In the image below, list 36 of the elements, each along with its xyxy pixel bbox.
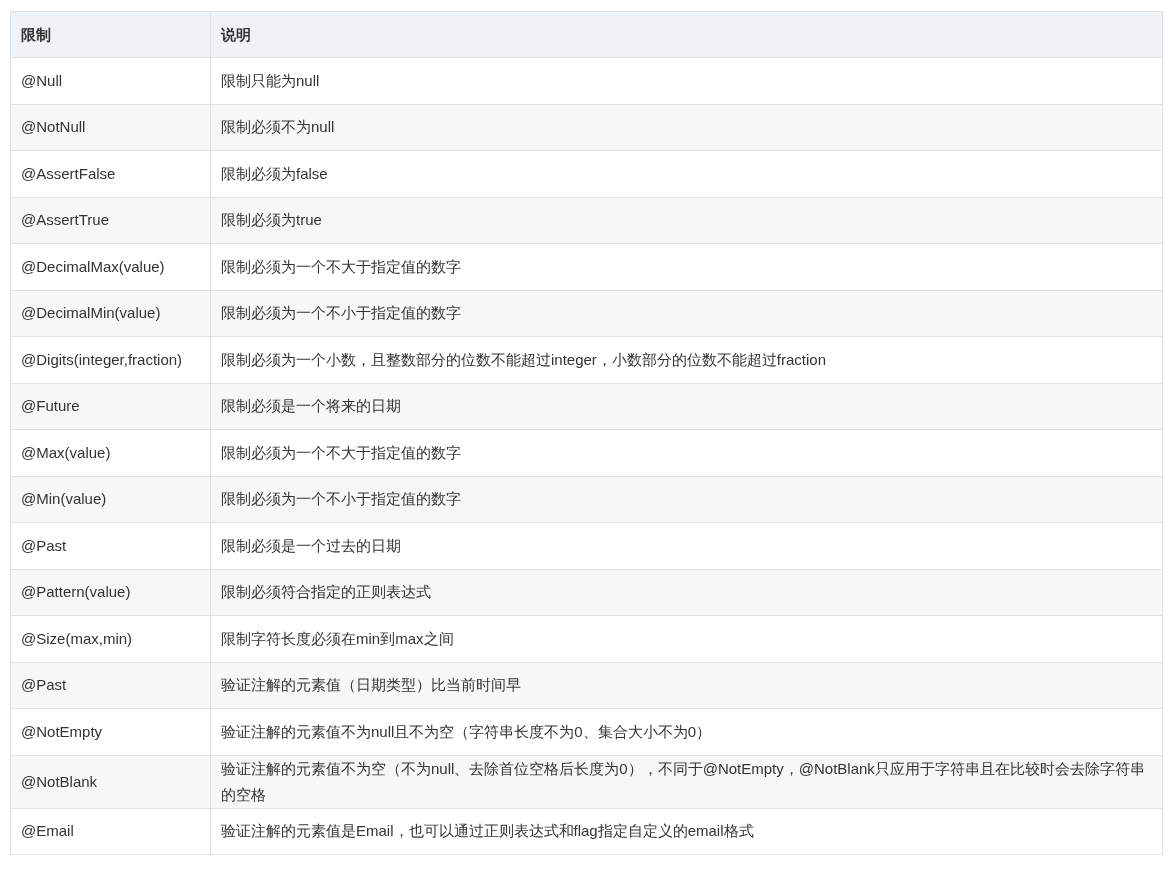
table-cell: @NotEmpty	[10, 708, 211, 755]
table-cell: 限制必须是一个将来的日期	[210, 383, 1163, 430]
table-cell: 限制必须为一个不小于指定值的数字	[210, 476, 1163, 523]
table-cell: 限制必须符合指定的正则表达式	[210, 569, 1163, 616]
table-cell: @Past	[10, 662, 211, 709]
table-cell: @NotNull	[10, 104, 211, 151]
table-cell: 验证注解的元素值不为null且不为空（字符串长度不为0、集合大小不为0）	[210, 708, 1163, 755]
table-cell: @DecimalMax(value)	[10, 243, 211, 290]
table-cell: 限制必须为一个小数，且整数部分的位数不能超过integer，小数部分的位数不能超过fraction	[210, 336, 1163, 383]
column-header: 说明	[210, 11, 1163, 58]
table-cell: 限制只能为null	[210, 57, 1163, 104]
table-cell: 限制必须不为null	[210, 104, 1163, 151]
table-cell: @AssertFalse	[10, 150, 211, 197]
table-cell: 限制必须为true	[210, 197, 1163, 244]
table-cell: @Null	[10, 57, 211, 104]
table-cell: @Digits(integer,fraction)	[10, 336, 211, 383]
table-cell: 验证注解的元素值（日期类型）比当前时间早	[210, 662, 1163, 709]
table-cell: 限制必须为false	[210, 150, 1163, 197]
table-cell: @Min(value)	[10, 476, 211, 523]
table-cell: @NotBlank	[10, 755, 211, 808]
table-cell: @Size(max,min)	[10, 615, 211, 662]
table-cell: @Max(value)	[10, 429, 211, 476]
table-cell: @DecimalMin(value)	[10, 290, 211, 337]
table-cell: 限制必须为一个不大于指定值的数字	[210, 243, 1163, 290]
table-cell: 验证注解的元素值不为空（不为null、去除首位空格后长度为0），不同于@NotEmpty，@NotBlank只应用于字符串且在比较时会去除字符串的空格	[210, 755, 1163, 808]
table-cell: 限制必须为一个不小于指定值的数字	[210, 290, 1163, 337]
table-cell: @Past	[10, 522, 211, 569]
table-cell: 验证注解的元素值是Email，也可以通过正则表达式和flag指定自定义的email格式	[210, 808, 1163, 855]
column-header: 限制	[10, 11, 211, 58]
table-cell: 限制必须为一个不大于指定值的数字	[210, 429, 1163, 476]
table-cell: @Future	[10, 383, 211, 430]
table-cell: 限制字符长度必须在min到max之间	[210, 615, 1163, 662]
table-cell: @AssertTrue	[10, 197, 211, 244]
table-cell: 限制必须是一个过去的日期	[210, 522, 1163, 569]
table-cell: @Pattern(value)	[10, 569, 211, 616]
table-cell: @Email	[10, 808, 211, 855]
